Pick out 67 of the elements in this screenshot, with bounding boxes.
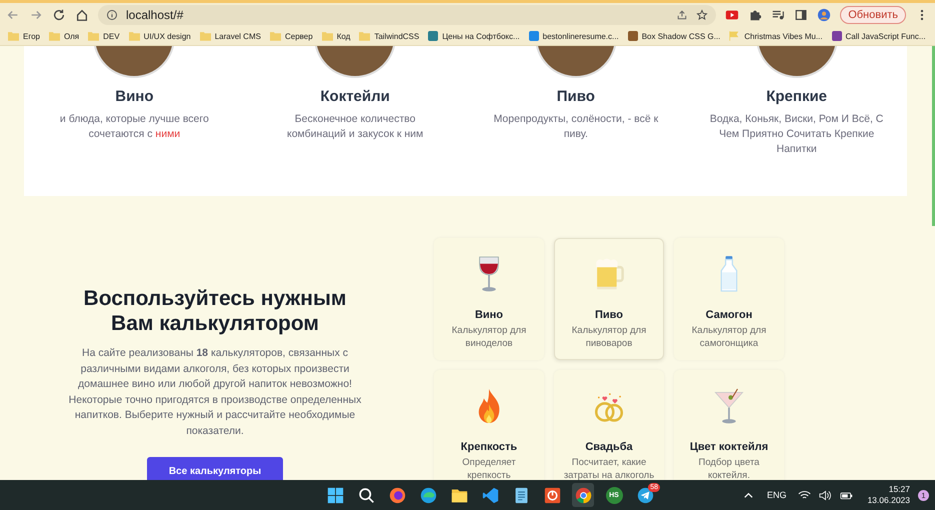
bookmark[interactable]: Оля — [48, 31, 80, 41]
share-icon[interactable] — [676, 9, 688, 21]
notepad-icon[interactable] — [512, 486, 530, 504]
folder-icon — [359, 31, 370, 41]
bookmark[interactable]: Цены на Софтбокс... — [428, 31, 520, 41]
chrome-icon[interactable] — [574, 486, 592, 504]
bookmark[interactable]: Код — [322, 31, 350, 41]
calculator-card[interactable]: Цвет коктейля Подбор цвета коктейля. — [674, 370, 784, 480]
all-calculators-button[interactable]: Все калькуляторы — [147, 457, 283, 480]
pairing-link[interactable]: ними — [155, 128, 180, 140]
folder-icon — [270, 31, 281, 41]
volume-icon[interactable] — [819, 490, 832, 500]
puzzle-icon[interactable] — [748, 8, 762, 22]
avatar-icon[interactable] — [817, 8, 832, 22]
bookmark[interactable]: Сервер — [270, 31, 313, 41]
pairing-description: Водка, Коньяк, Виски, Ром И Всё, С Чем Приятно Сочитать Крепкие Напитки — [708, 112, 884, 157]
bookmark[interactable]: Call JavaScript Func... — [832, 31, 926, 41]
folder-icon — [48, 31, 60, 41]
pairing-title: Вино — [115, 88, 154, 105]
calculator-card[interactable]: Крепкость Определяет крепкость — [434, 370, 544, 480]
reload-icon[interactable] — [52, 8, 66, 22]
calculator-card[interactable]: Вино Калькулятор для виноделов — [434, 238, 544, 360]
wifi-icon[interactable] — [798, 490, 812, 500]
folder-icon — [128, 31, 140, 41]
calculator-card[interactable]: Самогон Калькулятор для самогонщика — [674, 238, 784, 360]
start-icon[interactable] — [326, 486, 344, 504]
calculator-card[interactable]: Свадьба Посчитает, какие затраты на алкоголь — [554, 370, 664, 480]
search-icon[interactable] — [358, 486, 374, 504]
address-bar[interactable]: localhost/# — [98, 5, 716, 25]
code-editor-icon[interactable] — [482, 486, 498, 504]
bookmark[interactable]: DEV — [88, 31, 120, 41]
pairing-description: Бесконечное количество комбинаций и закусок к ним — [286, 112, 424, 142]
section-heading: Воспользуйтесь нужным Вам калькулятором — [82, 286, 348, 336]
folder-icon — [8, 31, 19, 41]
sidebar-icon[interactable] — [794, 8, 808, 22]
bookmark[interactable]: Laravel CMS — [200, 31, 261, 41]
language-indicator[interactable]: ENG — [766, 490, 786, 500]
pairing-description: Морепродукты, солёности, - всё к пиву. — [492, 112, 660, 142]
app-icon[interactable] — [544, 486, 560, 504]
battery-icon[interactable] — [840, 490, 854, 500]
browser-icon[interactable] — [388, 486, 406, 504]
bookmark[interactable]: Christmas Vibes Mu... — [729, 31, 823, 41]
calculator-card[interactable]: Пиво Калькулятор для пивоваров — [554, 238, 664, 360]
clock[interactable]: 15:27 13.06.2023 — [867, 484, 910, 506]
folder-icon — [88, 31, 100, 41]
star-icon[interactable] — [696, 9, 708, 21]
bookmark[interactable]: UI/UX design — [128, 31, 191, 41]
cocktail-glass-icon — [712, 387, 746, 425]
home-icon[interactable] — [75, 8, 89, 22]
pairing-title: Пиво — [556, 88, 595, 105]
pairing-title: Коктейли — [320, 88, 390, 105]
playlist-icon[interactable] — [771, 8, 786, 22]
bookmark[interactable]: bestonlineresume.c... — [528, 31, 619, 41]
pairing-title: Крепкие — [766, 88, 828, 105]
video-icon[interactable] — [725, 8, 740, 22]
section-text: На сайте реализованы 18 калькуляторов, связанных с различными видами алкоголя, без которых произвести домашнее вино или любой другой напиток невозможно! Некоторые точно пригодятся в производстве определенных напитков. Выберите нужный и рассчитайте необходимые показатели. — [68, 346, 362, 438]
url-field[interactable]: localhost/# — [126, 8, 668, 22]
browser-icon[interactable] — [420, 486, 436, 504]
info-icon[interactable] — [106, 9, 118, 21]
folder-icon[interactable] — [450, 486, 468, 504]
folder-icon — [322, 31, 333, 41]
bookmark[interactable]: Box Shadow CSS G... — [628, 31, 720, 41]
bookmark[interactable]: Егор — [8, 31, 40, 41]
pairing-description: и блюда, которые лучше всего сочетаются с ними — [58, 112, 210, 142]
folder-icon — [200, 31, 211, 41]
bookmark[interactable]: TailwindCSS — [359, 31, 420, 41]
update-button[interactable]: Обновить — [840, 6, 906, 24]
